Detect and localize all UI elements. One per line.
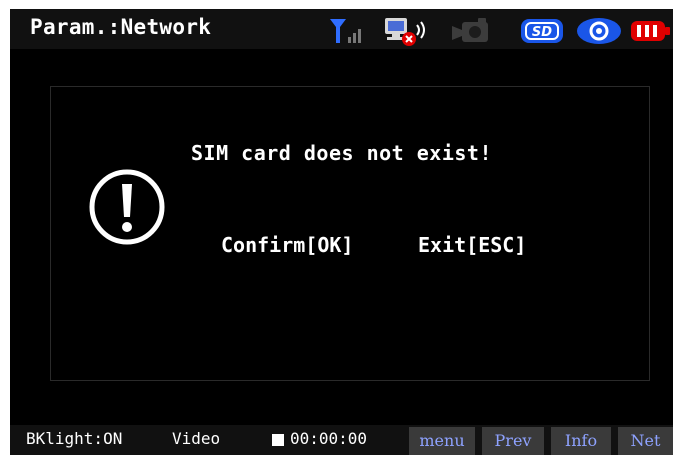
dialog-message: SIM card does not exist! [191, 141, 492, 165]
record-indicator-icon [577, 18, 621, 44]
sd-card-label: SD [532, 25, 552, 40]
signal-icon [330, 19, 361, 43]
status-icons: SD [10, 14, 673, 46]
softkey-net[interactable]: Net [618, 427, 673, 455]
battery-icon [631, 21, 670, 41]
exit-button[interactable]: Exit[ESC] [418, 233, 526, 257]
network-disconnected-icon [385, 18, 425, 46]
mode-label: Video [172, 429, 221, 448]
device-screen: Param.:Network SD SIM card does not exis… [10, 9, 673, 455]
record-status-square [272, 434, 284, 446]
confirm-button[interactable]: Confirm[OK] [221, 233, 353, 257]
backlight-status: BKlight:ON [26, 429, 123, 448]
alert-dialog: SIM card does not exist! Confirm[OK] Exi… [50, 86, 650, 381]
status-bar: Param.:Network SD [10, 9, 673, 49]
camera-icon [452, 18, 488, 42]
warning-icon [89, 169, 165, 245]
softkey-info[interactable]: Info [551, 427, 611, 455]
sd-card-icon: SD [521, 19, 563, 43]
timer: 00:00:00 [290, 429, 368, 448]
softkey-prev[interactable]: Prev [482, 427, 544, 455]
softkey-menu[interactable]: menu [409, 427, 475, 455]
bottom-bar: BKlight:ON Video 00:00:00 menu Prev Info… [10, 425, 673, 455]
